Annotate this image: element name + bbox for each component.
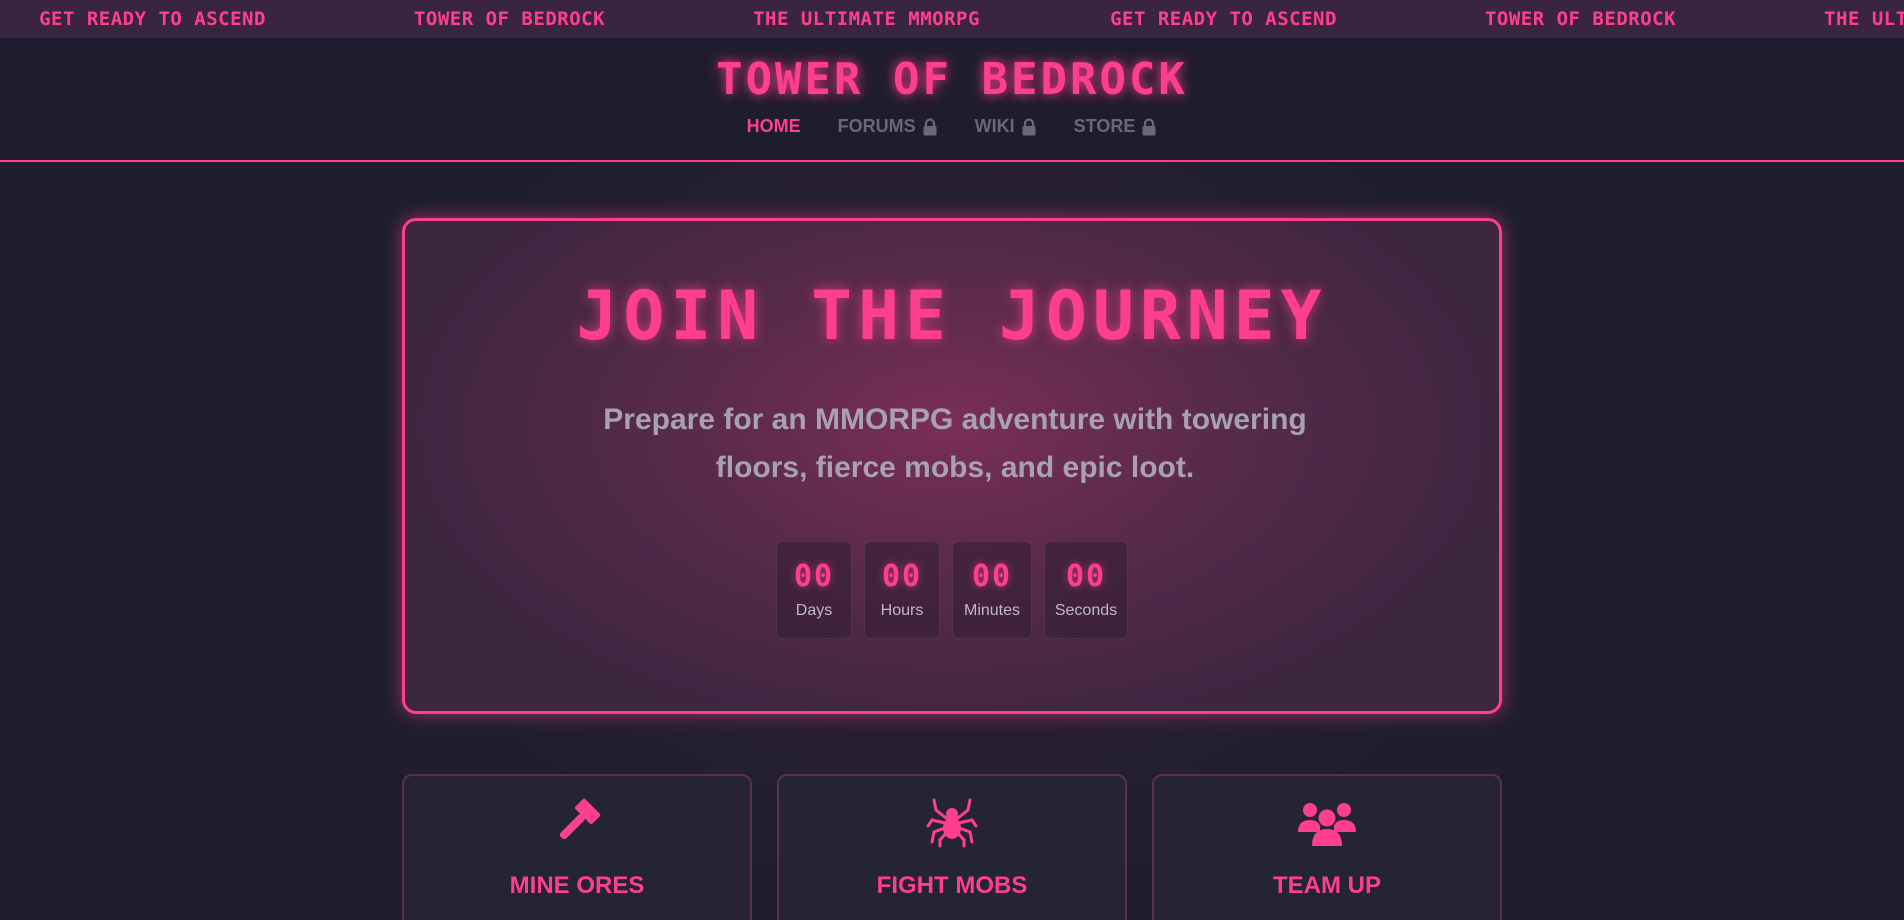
countdown-timer: 00 Days 00 Hours 00 Minutes 00 Seconds <box>405 541 1499 639</box>
countdown-minutes-label: Minutes <box>963 602 1021 619</box>
feature-title: FIGHT MOBS <box>876 872 1028 899</box>
countdown-hours-value: 00 <box>881 559 923 594</box>
countdown-seconds-value: 00 <box>1065 559 1107 594</box>
nav-wiki-label: WIKI <box>974 116 1015 136</box>
countdown-seconds-label: Seconds <box>1054 602 1118 619</box>
ticker-item: GET READY TO ASCEND <box>39 8 266 30</box>
ticker-item: THE ULTIMATE MMORPG <box>1824 8 1904 30</box>
hero-subtitle: Prepare for an MMORPG adventure with tow… <box>545 396 1365 492</box>
nav-wiki[interactable]: WIKI <box>975 116 1037 137</box>
hammer-icon <box>559 798 601 840</box>
site-header: TOWER OF BEDROCK HOME FORUMS WIKI STORE <box>0 38 1904 162</box>
nav-store-label: STORE <box>1073 116 1136 136</box>
countdown-days-label: Days <box>795 602 833 619</box>
nav-forums-label: FORUMS <box>837 116 916 136</box>
feature-card-fight-mobs: FIGHT MOBS <box>777 774 1127 920</box>
feature-title: MINE ORES <box>509 872 645 899</box>
hero-subtitle-line-2: floors, fierce mobs, and epic loot. <box>715 451 1195 484</box>
ticker-item: THE ULTIMATE MMORPG <box>753 8 980 30</box>
countdown-days-value: 00 <box>793 559 835 594</box>
countdown-days: 00 Days <box>776 541 852 639</box>
countdown-seconds: 00 Seconds <box>1044 541 1128 639</box>
feature-title: TEAM UP <box>1273 872 1381 899</box>
ticker-item: TOWER OF BEDROCK <box>413 8 606 30</box>
lock-icon <box>1142 117 1156 135</box>
countdown-hours: 00 Hours <box>864 541 940 639</box>
ticker-item: TOWER OF BEDROCK <box>1484 8 1677 30</box>
lock-icon <box>923 117 937 135</box>
nav-home[interactable]: HOME <box>747 116 801 137</box>
users-icon <box>1298 803 1356 846</box>
site-title[interactable]: TOWER OF BEDROCK <box>0 54 1904 105</box>
lock-icon <box>1022 117 1036 135</box>
nav-forums[interactable]: FORUMS <box>838 116 938 137</box>
hero-subtitle-line-1: Prepare for an MMORPG adventure with tow… <box>603 403 1307 436</box>
countdown-minutes: 00 Minutes <box>952 541 1032 639</box>
nav-home-label: HOME <box>746 116 801 136</box>
announcement-ticker: GET READY TO ASCEND TOWER OF BEDROCK THE… <box>0 0 1904 38</box>
feature-card-mine-ores: MINE ORES <box>402 774 752 920</box>
main-nav: HOME FORUMS WIKI STORE <box>0 116 1904 137</box>
countdown-hours-label: Hours <box>880 602 924 619</box>
hero-panel: JOIN THE JOURNEY Prepare for an MMORPG a… <box>402 218 1502 714</box>
nav-store[interactable]: STORE <box>1074 116 1158 137</box>
countdown-minutes-value: 00 <box>971 559 1013 594</box>
spider-icon <box>926 798 978 848</box>
feature-card-team-up: TEAM UP <box>1152 774 1502 920</box>
hero-title: JOIN THE JOURNEY <box>576 277 1328 356</box>
ticker-item: GET READY TO ASCEND <box>1110 8 1337 30</box>
